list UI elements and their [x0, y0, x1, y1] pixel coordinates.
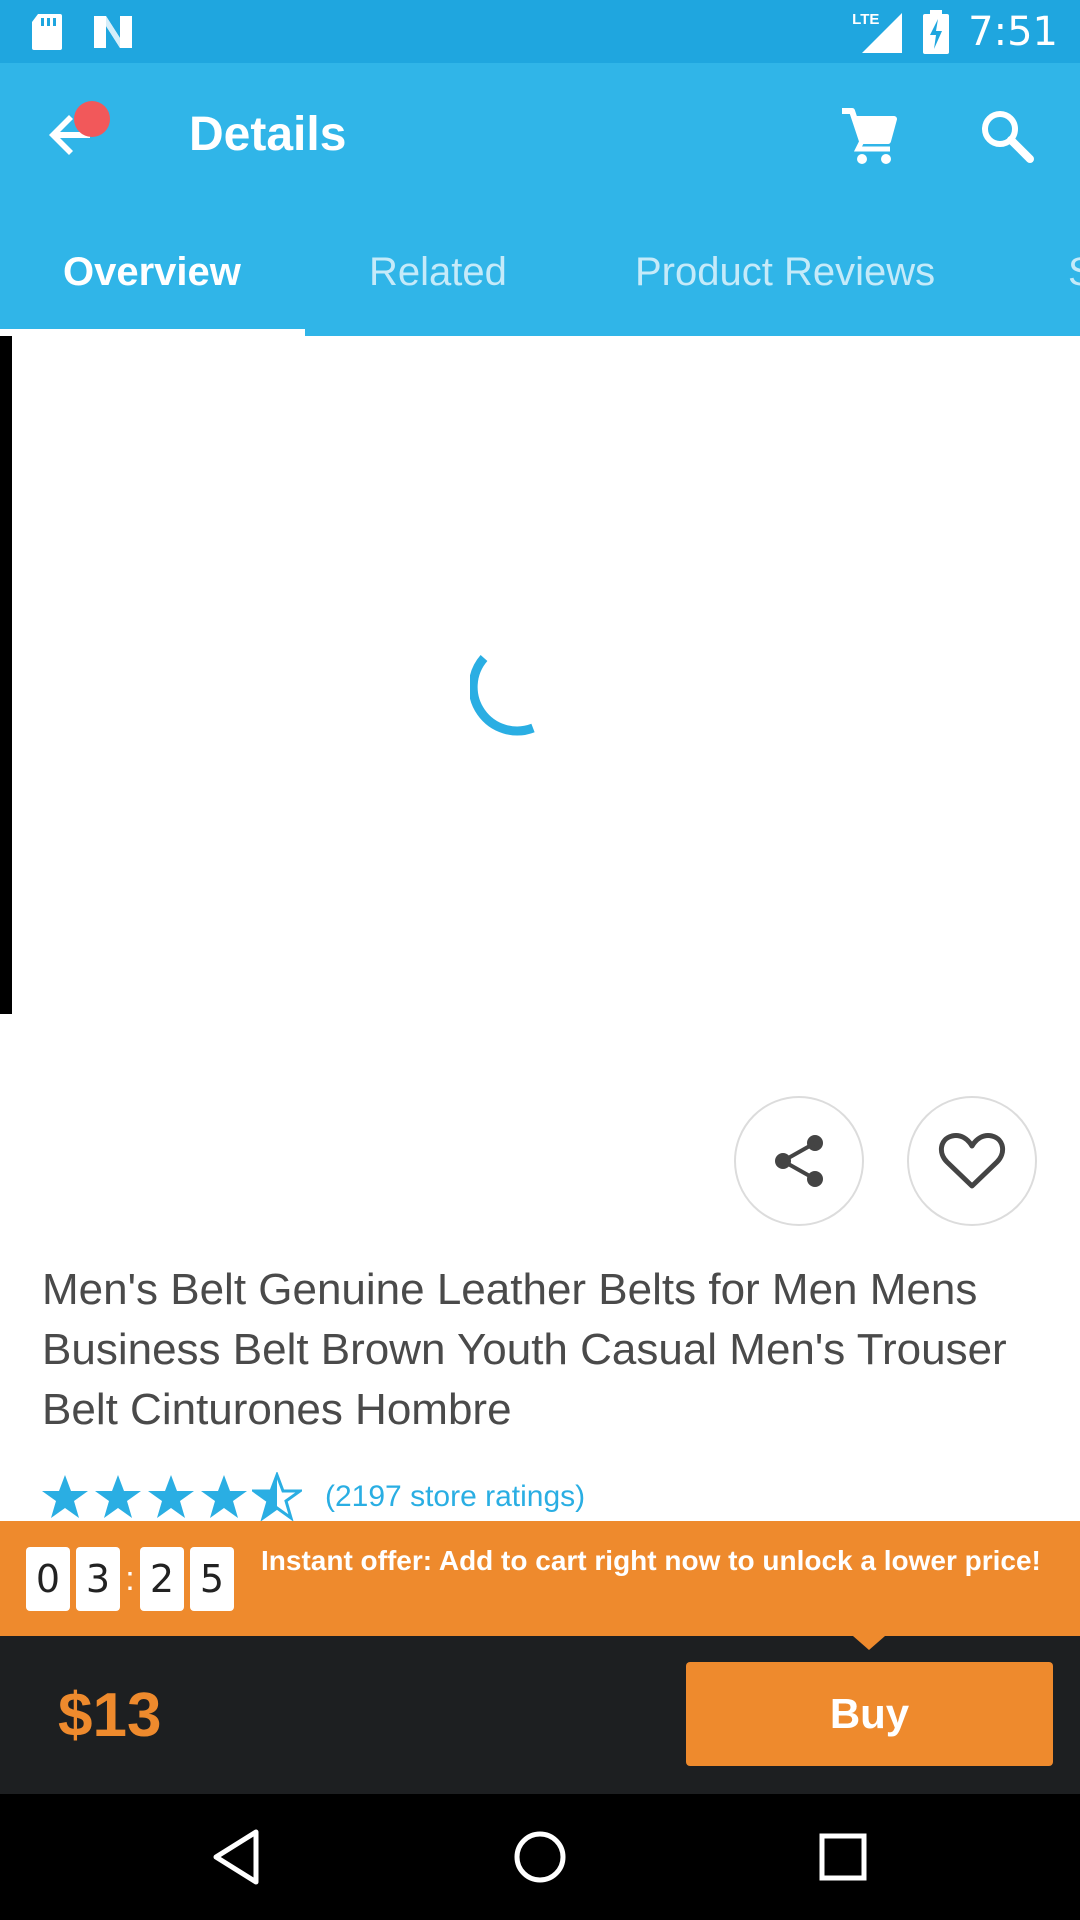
screen: LTE 7:51 Details Overview Related Produc… [0, 0, 1080, 1920]
star-full-icon [95, 1475, 141, 1518]
share-button[interactable] [734, 1096, 864, 1226]
instant-offer-banner[interactable]: 0 3 : 2 5 Instant offer: Add to cart rig… [0, 1521, 1080, 1636]
image-edge-bar [0, 336, 12, 1014]
notification-dot [74, 101, 110, 137]
tab-partial[interactable]: S [1068, 250, 1080, 295]
n-notification-icon [94, 16, 132, 48]
buy-button[interactable]: Buy [686, 1662, 1053, 1766]
page-title: Details [189, 108, 347, 161]
tab-overview[interactable]: Overview [63, 250, 241, 295]
app-bar: Details [0, 63, 1080, 206]
timer-digit: 0 [26, 1547, 70, 1611]
price: $13 [58, 1681, 162, 1750]
status-bar: LTE 7:51 [0, 0, 1080, 63]
countdown-timer: 0 3 : 2 5 [26, 1547, 240, 1611]
heart-icon [938, 1133, 1006, 1189]
rating-row[interactable]: (2197 store ratings) [40, 1472, 585, 1522]
tab-product-reviews[interactable]: Product Reviews [635, 250, 935, 295]
back-triangle-icon[interactable] [204, 1824, 270, 1890]
timer-separator: : [125, 1559, 135, 1598]
home-circle-icon[interactable] [507, 1824, 573, 1890]
tab-bar: Overview Related Product Reviews S [0, 206, 1080, 336]
timer-digit: 5 [190, 1547, 234, 1611]
purchase-bar: $13 Buy [0, 1636, 1080, 1794]
network-type: LTE [852, 10, 880, 28]
search-icon[interactable] [976, 105, 1038, 167]
offer-pointer [853, 1636, 885, 1650]
star-full-icon [42, 1475, 88, 1518]
system-nav-bar [0, 1794, 1080, 1920]
product-image-area[interactable] [0, 336, 1080, 1014]
signal-icon: LTE [852, 9, 904, 55]
loading-spinner-icon [470, 655, 535, 736]
offer-message: Instant offer: Add to cart right now to … [261, 1545, 1041, 1576]
product-title: Men's Belt Genuine Leather Belts for Men… [42, 1265, 1007, 1434]
sd-card-icon [32, 14, 62, 50]
star-half-icon [252, 1472, 302, 1522]
star-full-icon [148, 1475, 194, 1518]
ratings-count[interactable]: (2197 store ratings) [325, 1480, 585, 1514]
timer-digit: 2 [140, 1547, 184, 1611]
recents-square-icon[interactable] [810, 1824, 876, 1890]
timer-digit: 3 [76, 1547, 120, 1611]
tab-related[interactable]: Related [369, 250, 507, 295]
cart-icon[interactable] [838, 105, 900, 167]
battery-charging-icon [923, 9, 950, 54]
tab-indicator [0, 329, 305, 336]
favorite-button[interactable] [907, 1096, 1037, 1226]
clock: 7:51 [968, 8, 1058, 55]
star-full-icon [201, 1475, 247, 1518]
share-icon [775, 1135, 823, 1187]
